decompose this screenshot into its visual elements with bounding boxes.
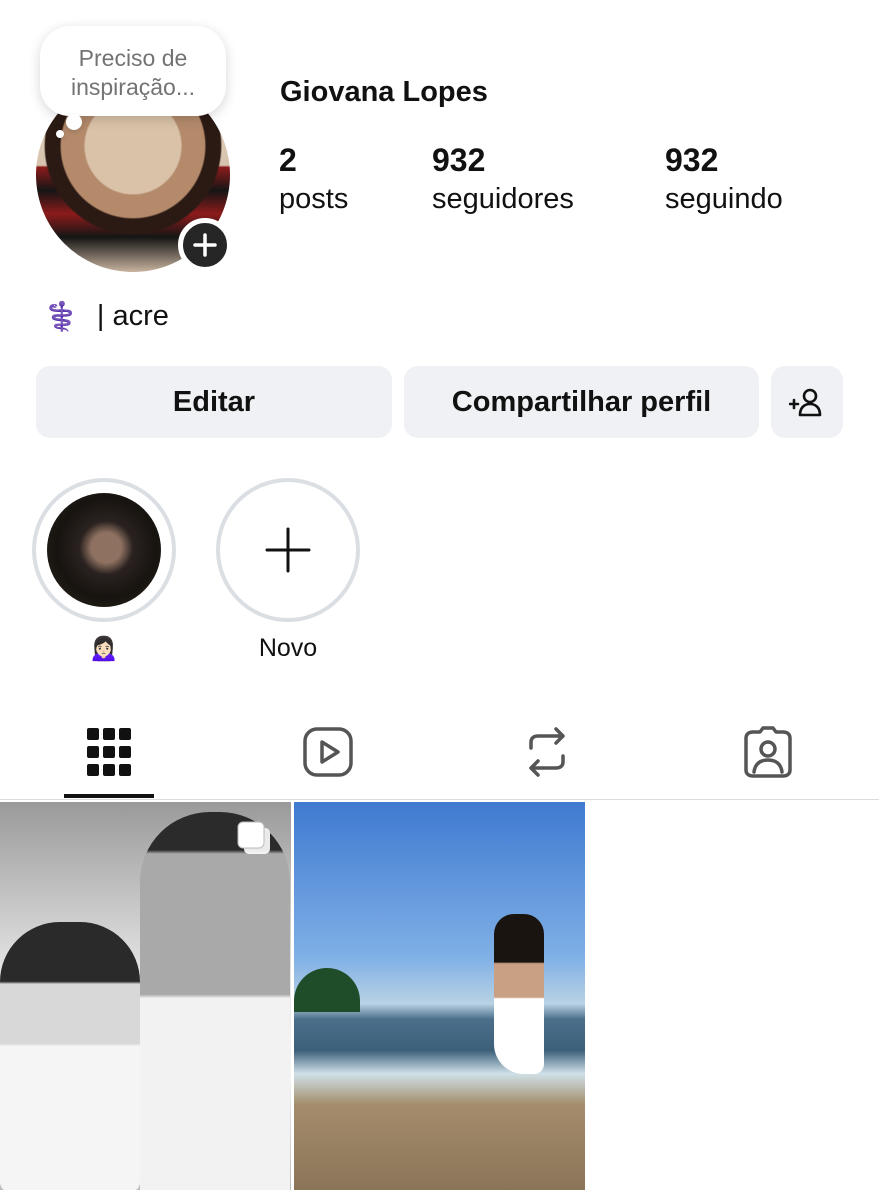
tab-grid[interactable]: [74, 722, 144, 782]
stat-posts[interactable]: 2 posts: [279, 140, 348, 218]
stat-following-value: 932: [665, 142, 719, 178]
new-highlight-label: Novo: [258, 634, 318, 662]
plus-icon: [193, 233, 217, 257]
post-thumbnail[interactable]: [294, 802, 585, 1190]
post-thumbnail[interactable]: [0, 802, 291, 1190]
stat-followers-label: seguidores: [432, 183, 574, 215]
reposts-icon: [529, 727, 565, 777]
new-highlight-button[interactable]: Novo: [216, 478, 360, 663]
active-tab-indicator: [64, 794, 154, 798]
stat-posts-label: posts: [279, 183, 349, 215]
grid-icon: [87, 728, 131, 776]
edit-profile-button[interactable]: Editar: [36, 366, 392, 438]
post-photo-subject: [0, 922, 140, 1190]
plus-icon: [265, 527, 311, 573]
highlight-label: 🙍🏻‍♀️: [88, 634, 120, 662]
highlight-item[interactable]: 🙍🏻‍♀️: [32, 478, 176, 663]
profile-page: Preciso de inspiração... Giovana Lopes 2…: [0, 0, 879, 1200]
tab-reels[interactable]: [293, 722, 363, 782]
stat-posts-value: 2: [279, 142, 297, 178]
profile-tabs: [0, 708, 879, 800]
stat-followers-value: 932: [432, 142, 486, 178]
bio-text: | acre: [96, 300, 169, 332]
new-highlight-ring: [216, 478, 360, 622]
add-person-icon: [789, 388, 822, 417]
stat-following[interactable]: 932 seguindo: [665, 140, 783, 218]
discover-people-button[interactable]: [771, 366, 843, 438]
profile-name: Giovana Lopes: [280, 76, 488, 108]
reels-icon: [303, 727, 353, 777]
highlight-cover: [47, 493, 161, 607]
stat-following-label: seguindo: [665, 183, 783, 215]
stat-followers[interactable]: 932 seguidores: [432, 140, 574, 218]
carousel-icon: [237, 821, 270, 854]
post-photo-subject: [494, 914, 544, 1074]
tagged-icon: [744, 726, 792, 778]
add-story-button[interactable]: [178, 218, 232, 272]
profile-bio: ⚕️ | acre: [44, 300, 169, 333]
tab-tagged[interactable]: [733, 722, 803, 782]
highlight-ring: [32, 478, 176, 622]
tab-reposts[interactable]: [512, 722, 582, 782]
note-bubble-tail-small: [56, 130, 64, 138]
profile-note[interactable]: Preciso de inspiração...: [40, 26, 226, 116]
share-profile-button[interactable]: Compartilhar perfil: [404, 366, 759, 438]
post-photo-island: [294, 968, 360, 1012]
post-photo-subject: [140, 812, 290, 1190]
note-bubble-tail: [66, 114, 82, 130]
profile-note-text: Preciso de inspiração...: [70, 45, 195, 100]
caduceus-icon: ⚕️: [44, 301, 79, 332]
